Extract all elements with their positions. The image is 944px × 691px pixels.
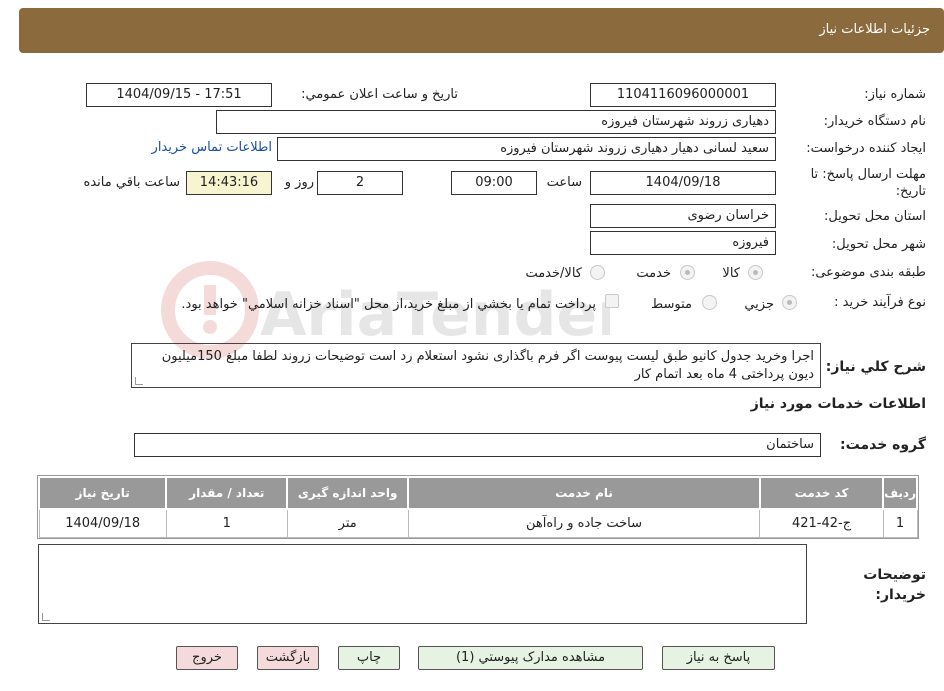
resize-handle-icon[interactable] (42, 613, 50, 621)
category-both-label: کالا/خدمت (525, 266, 582, 281)
cell-qty: 1 (165, 508, 288, 538)
cell-unit: متر (286, 508, 409, 538)
city-field: فیروزه (590, 231, 776, 255)
col-code-header: كد خدمت (758, 476, 885, 510)
svg-text:AriaTender.neT: AriaTender.neT (260, 280, 610, 350)
announce-label: تاریخ و ساعت اعلان عمومي: (301, 87, 458, 102)
print-button[interactable]: چاپ (338, 646, 400, 670)
table-row: 1 ج-42-421 ساخت جاده و راه‌آهن متر 1 140… (38, 508, 918, 538)
description-text: اجرا وخرید جدول کانیو طبق لیست پیوست اگر… (161, 349, 814, 382)
time-label: ساعت (546, 175, 582, 190)
category-both-radio[interactable] (590, 265, 605, 280)
need-number-label: شماره نیاز: (864, 87, 926, 102)
col-qty-header: تعداد / مقدار (165, 476, 289, 510)
back-button[interactable]: بازگشت (257, 646, 319, 670)
payment-note: پرداخت تمام يا بخشي از مبلغ خريد،از محل … (181, 297, 596, 312)
service-group-label: گروه خدمت: (840, 437, 926, 453)
col-unit-header: واحد اندازه گيری (286, 476, 410, 510)
page-header: جزئیات اطلاعات نیاز (19, 8, 944, 53)
col-name-header: نام خدمت (407, 476, 761, 510)
process-medium-label: متوسط (651, 297, 692, 312)
process-minor-label: جزيي (744, 297, 774, 312)
remaining-label: ساعت باقي مانده (83, 175, 180, 190)
province-label: استان محل تحويل: (824, 209, 926, 224)
col-date-header: تاريخ نياز (37, 476, 168, 510)
attachments-button[interactable]: مشاهده مدارک پيوستي (1) (418, 646, 643, 670)
process-label: نوع فرآيند خريد : (834, 295, 926, 310)
services-table: رديف كد خدمت نام خدمت واحد اندازه گيری ت… (37, 475, 919, 539)
resize-handle-icon[interactable] (135, 377, 143, 385)
cell-code: ج-42-421 (759, 508, 884, 538)
buyer-notes-label: توضيحات خريدار: (863, 567, 926, 603)
description-label: شرح كلي نياز: (825, 359, 926, 375)
deadline-time-field: 09:00 (451, 171, 537, 195)
announce-field: 1404/09/15 - 17:51 (86, 83, 272, 107)
requester-field: سعید لسانی دهیار دهیاری زروند شهرستان فی… (277, 137, 776, 161)
buyer-contact-link[interactable]: اطلاعات تماس خريدار (152, 140, 272, 155)
province-field: خراسان رضوی (590, 204, 776, 228)
table-header-row: رديف كد خدمت نام خدمت واحد اندازه گيری ت… (37, 476, 918, 510)
treasury-checkbox[interactable] (605, 294, 619, 308)
requester-label: ايجاد کننده درخواست: (806, 141, 926, 156)
process-medium-radio[interactable] (702, 295, 717, 310)
cell-date: 1404/09/18 (38, 508, 167, 538)
description-field: اجرا وخرید جدول کانیو طبق لیست پیوست اگر… (131, 343, 821, 388)
exit-button[interactable]: خروج (176, 646, 238, 670)
process-minor-radio[interactable] (782, 295, 797, 310)
deadline-label: مهلت ارسال پاسخ: تا تاريخ: (810, 167, 926, 199)
buyer-org-label: نام دستگاه خريدار: (823, 114, 926, 129)
col-row-header: رديف (882, 476, 918, 510)
buyer-notes-field (38, 544, 807, 624)
days-label: روز و (284, 175, 314, 190)
category-label: طبقه بندی موضوعی: (810, 265, 926, 280)
category-goods-label: کالا (722, 266, 740, 281)
category-service-label: خدمت (636, 266, 671, 281)
page-title: جزئیات اطلاعات نیاز (819, 22, 930, 37)
buyer-org-field: دهیاری زروند شهرستان فیروزه (216, 110, 776, 134)
need-number-field: 1104116096000001 (590, 83, 776, 107)
category-goods-radio[interactable] (748, 265, 763, 280)
service-group-field: ساختمان (134, 433, 821, 457)
services-section-title: اطلاعات خدمات مورد نياز (750, 396, 926, 412)
category-service-radio[interactable] (680, 265, 695, 280)
reply-button[interactable]: پاسخ به نياز (662, 646, 775, 670)
city-label: شهر محل تحويل: (831, 237, 926, 252)
cell-row: 1 (882, 508, 918, 538)
cell-name: ساخت جاده و راه‌آهن (407, 508, 761, 538)
deadline-date-field: 1404/09/18 (590, 171, 776, 195)
days-field: 2 (317, 171, 403, 195)
remaining-time-field: 14:43:16 (186, 171, 272, 195)
